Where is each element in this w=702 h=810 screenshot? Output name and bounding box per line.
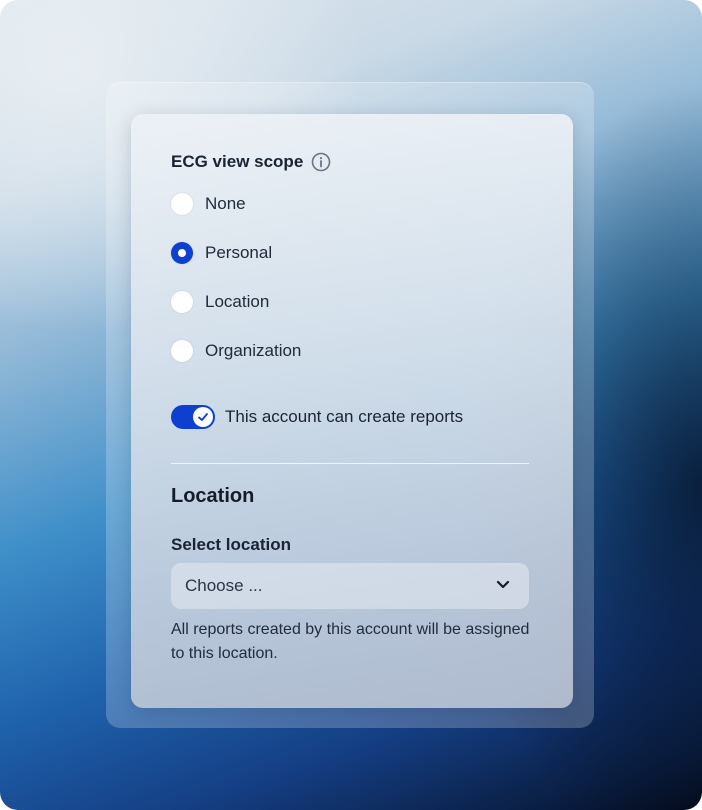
radio-label: Organization — [205, 341, 302, 360]
checkmark-icon — [198, 413, 208, 421]
radio-label: Personal — [205, 243, 273, 262]
location-section-title: Location — [171, 485, 255, 507]
create-reports-toggle[interactable] — [171, 405, 215, 429]
create-reports-label: This account can create reports — [225, 407, 464, 426]
radio-label: None — [205, 194, 246, 213]
info-circle-icon[interactable] — [311, 152, 331, 172]
radio-option-organization[interactable]: Organization — [171, 339, 301, 363]
location-select[interactable]: Choose ... — [171, 563, 529, 609]
radio-option-personal[interactable]: Personal — [171, 241, 272, 265]
select-location-label: Select location — [171, 535, 291, 554]
radio-button-selected[interactable] — [171, 242, 193, 264]
radio-label: Location — [205, 292, 270, 311]
chevron-down-icon — [495, 576, 511, 597]
radio-option-location[interactable]: Location — [171, 290, 269, 314]
ecg-scope-header: ECG view scope — [171, 150, 331, 174]
toggle-knob — [193, 407, 213, 427]
location-help-text: All reports created by this account will… — [171, 621, 530, 662]
radio-button[interactable] — [171, 291, 193, 313]
divider — [171, 463, 529, 464]
ecg-scope-title: ECG view scope — [171, 152, 304, 171]
settings-card: ECG view scope None Personal Location Or… — [131, 114, 573, 708]
select-value: Choose ... — [185, 576, 263, 595]
radio-button[interactable] — [171, 340, 193, 362]
radio-button[interactable] — [171, 193, 193, 215]
radio-option-none[interactable]: None — [171, 192, 246, 216]
create-reports-toggle-row: This account can create reports — [171, 404, 463, 430]
